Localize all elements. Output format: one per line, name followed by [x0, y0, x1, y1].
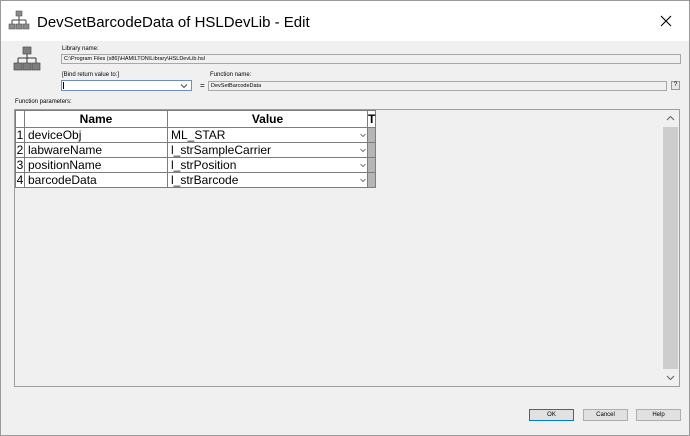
param-name-cell[interactable]: labwareName [24, 142, 168, 158]
window-title: DevSetBarcodeData of HSLDevLib - Edit [37, 14, 310, 31]
param-value-text: ML_STAR [171, 128, 226, 142]
parameters-grid: Name Value T 1 deviceObj ML_STAR 2 labwa… [14, 109, 680, 387]
table-row[interactable]: 1 deviceObj ML_STAR [15, 127, 377, 143]
param-value-cell[interactable]: l_strSampleCarrier [167, 142, 368, 158]
function-hierarchy-icon [13, 46, 41, 71]
edit-dialog: DevSetBarcodeData of HSLDevLib - Edit Li… [0, 0, 690, 436]
function-parameters-label: Function parameters: [15, 99, 72, 105]
param-type-cell [366, 157, 377, 173]
vertical-scrollbar[interactable] [662, 110, 679, 386]
help-button[interactable]: Help [636, 409, 681, 421]
scrollbar-thumb[interactable] [663, 127, 678, 369]
library-name-field: C:\Program Files (x86)\HAMILTON\Library\… [61, 54, 681, 64]
row-index: 2 [15, 142, 25, 158]
function-name-field: DevSetBarcodeData [208, 81, 667, 91]
bind-return-label: [Bind return value to:] [62, 72, 120, 78]
chevron-down-icon[interactable] [180, 82, 188, 90]
param-value-cell[interactable]: ML_STAR [167, 127, 368, 143]
function-name-label: Function name: [210, 72, 252, 78]
row-index: 1 [15, 127, 25, 143]
param-name-cell[interactable]: deviceObj [24, 127, 168, 143]
table-row[interactable]: 3 positionName l_strPosition [15, 157, 377, 173]
chevron-down-icon[interactable] [360, 162, 366, 168]
chevron-down-icon[interactable] [360, 177, 366, 183]
param-value-cell[interactable]: l_strPosition [167, 157, 368, 173]
chevron-down-icon[interactable] [360, 147, 366, 153]
type-column-header[interactable]: T [366, 110, 377, 128]
close-button[interactable] [647, 7, 685, 35]
param-type-cell [366, 172, 377, 188]
value-column-header[interactable]: Value [167, 110, 368, 128]
function-help-button[interactable]: ? [671, 81, 680, 90]
param-value-text: l_strSampleCarrier [171, 143, 272, 157]
bind-return-combobox[interactable] [61, 80, 192, 91]
table-row[interactable]: 4 barcodeData l_strBarcode [15, 172, 377, 188]
param-name-cell[interactable]: positionName [24, 157, 168, 173]
chevron-down-icon[interactable] [360, 132, 366, 138]
text-caret [63, 82, 64, 89]
param-value-cell[interactable]: l_strBarcode [167, 172, 368, 188]
hierarchy-icon [8, 10, 30, 30]
row-index: 3 [15, 157, 25, 173]
ok-button[interactable]: OK [529, 409, 574, 421]
param-type-cell [366, 127, 377, 143]
row-index: 4 [15, 172, 25, 188]
scroll-up-icon[interactable] [666, 114, 675, 123]
title-bar: DevSetBarcodeData of HSLDevLib - Edit [1, 1, 689, 41]
name-column-header[interactable]: Name [24, 110, 168, 128]
param-value-text: l_strBarcode [171, 173, 239, 187]
equals-sign: = [200, 81, 205, 90]
param-name-cell[interactable]: barcodeData [24, 172, 168, 188]
table-row[interactable]: 2 labwareName l_strSampleCarrier [15, 142, 377, 158]
param-type-cell [366, 142, 377, 158]
table-header-row: Name Value T [15, 110, 377, 128]
scroll-down-icon[interactable] [666, 373, 675, 382]
close-icon [660, 15, 672, 27]
parameters-table: Name Value T 1 deviceObj ML_STAR 2 labwa… [15, 110, 377, 188]
index-header [15, 110, 25, 128]
cancel-button[interactable]: Cancel [583, 409, 628, 421]
param-value-text: l_strPosition [171, 158, 237, 172]
library-name-label: Library name: [62, 46, 99, 52]
